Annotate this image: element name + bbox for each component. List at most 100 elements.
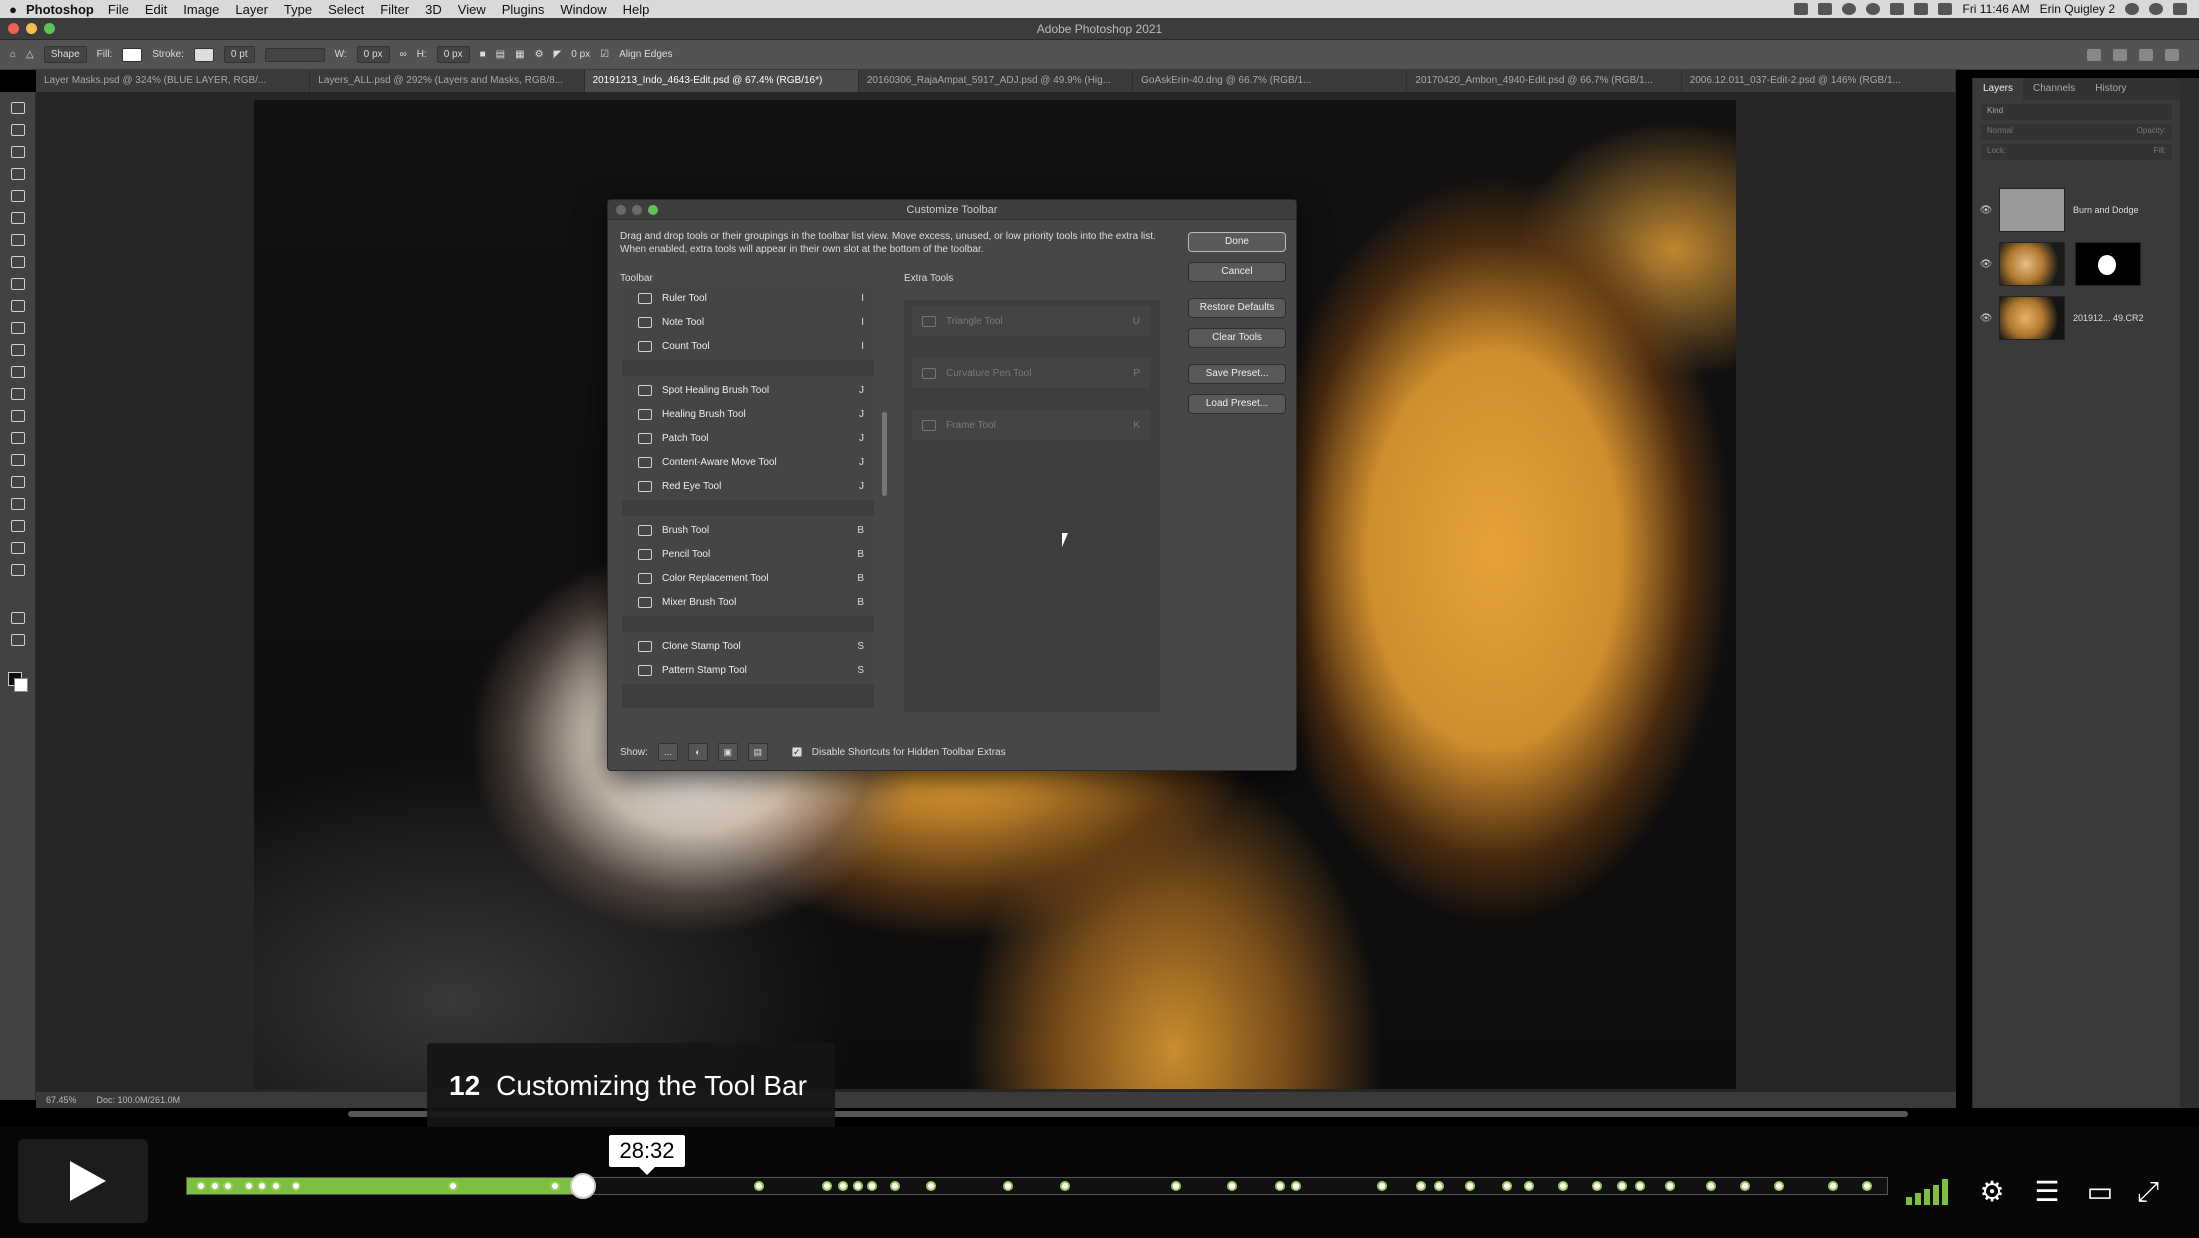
tool-item[interactable]: Content-Aware Move Tool J <box>622 450 874 474</box>
quick-select-tool-icon[interactable] <box>11 168 25 180</box>
menu-select[interactable]: Select <box>328 2 364 17</box>
tool-item[interactable]: Clone Stamp Tool S <box>622 634 874 658</box>
chapter-marker[interactable] <box>1060 1181 1070 1191</box>
dialog-close-icon[interactable] <box>616 205 626 215</box>
chapter-marker[interactable] <box>244 1181 254 1191</box>
chapter-marker[interactable] <box>223 1181 233 1191</box>
chapter-marker[interactable] <box>1592 1181 1602 1191</box>
tool-group[interactable]: Brush Tool B Pencil Tool B Color Replaceme… <box>622 516 874 616</box>
tool-item[interactable]: Color Replacement Tool B <box>622 566 874 590</box>
show-extras-button[interactable]: ... <box>657 743 678 761</box>
workspace-icon[interactable] <box>2139 48 2153 61</box>
triangle-tool-icon[interactable] <box>11 542 25 554</box>
chapter-marker[interactable] <box>1502 1181 1512 1191</box>
marquee-tool-icon[interactable] <box>11 124 25 136</box>
tool-group[interactable]: Ruler Tool I Note Tool I Count Tool I <box>622 288 874 360</box>
status-icon[interactable] <box>1818 3 1833 15</box>
chapter-marker[interactable] <box>1227 1181 1237 1191</box>
show-colors-button[interactable]: ◐ <box>687 743 708 761</box>
path-align-icon[interactable]: ▤ <box>496 49 505 60</box>
shape-tool-icon[interactable] <box>11 476 25 488</box>
extra-tools-list[interactable]: Triangle Tool U Curvature Pen Tool P Frame… <box>904 300 1160 712</box>
show-quickmask-button[interactable]: ▣ <box>717 743 738 761</box>
gear-icon[interactable]: ⚙ <box>535 49 544 60</box>
dialog-minimize-icon[interactable] <box>632 205 642 215</box>
stroke-swatch[interactable] <box>193 47 214 62</box>
layer-filter-kind[interactable]: Kind <box>1981 104 2172 120</box>
toolbar-list[interactable]: Ruler Tool I Note Tool I Count Tool I Spot … <box>622 288 874 708</box>
doc-size[interactable]: Doc: 100.0M/261.0M <box>97 1095 181 1105</box>
chapter-marker[interactable] <box>257 1181 267 1191</box>
share-icon[interactable] <box>2165 48 2179 61</box>
menu-plugins[interactable]: Plugins <box>502 2 545 17</box>
corner-radius-icon[interactable]: ◤ <box>554 49 562 60</box>
airplay-icon[interactable] <box>1938 3 1953 15</box>
tool-item[interactable]: Count Tool I <box>622 334 874 358</box>
path-ops-icon[interactable]: ■ <box>480 49 486 60</box>
tool-item[interactable]: Spot Healing Brush Tool J <box>622 378 874 402</box>
chapter-marker[interactable] <box>1774 1181 1784 1191</box>
chapter-marker[interactable] <box>1416 1181 1426 1191</box>
chapter-marker[interactable] <box>1558 1181 1568 1191</box>
menu-clock[interactable]: Fri 11:46 AM <box>1962 2 2029 16</box>
chapter-marker[interactable] <box>448 1181 458 1191</box>
quick-mask-icon[interactable] <box>11 612 25 624</box>
menu-layer[interactable]: Layer <box>235 2 268 17</box>
chapter-marker[interactable] <box>822 1181 832 1191</box>
shape-tool-icon[interactable]: △ <box>26 49 34 60</box>
tool-group[interactable]: Spot Healing Brush Tool J Healing Brush T… <box>622 376 874 500</box>
home-icon[interactable]: ⌂ <box>10 49 16 60</box>
chapter-marker[interactable] <box>1377 1181 1387 1191</box>
chapter-marker[interactable] <box>271 1181 281 1191</box>
tool-item[interactable]: Healing Brush Tool J <box>622 402 874 426</box>
tool-group[interactable]: Clone Stamp Tool S Pattern Stamp Tool S <box>622 632 874 684</box>
menu-3d[interactable]: 3D <box>425 2 442 17</box>
notification-center-icon[interactable] <box>2173 3 2187 15</box>
healing-tool-icon[interactable] <box>11 234 25 246</box>
screen-mode-icon[interactable] <box>11 634 25 646</box>
menu-help[interactable]: Help <box>623 2 650 17</box>
align-edges-checkbox[interactable]: ☑ <box>600 49 609 60</box>
chapter-marker[interactable] <box>1003 1181 1013 1191</box>
blur-tool-icon[interactable] <box>11 366 25 378</box>
airplay-icon[interactable]: ▭ <box>2082 1177 2118 1207</box>
width-field[interactable]: 0 px <box>356 46 390 63</box>
volume-icon[interactable] <box>1906 1179 1948 1205</box>
zoom-level[interactable]: 67.45% <box>46 1095 77 1105</box>
doc-tab[interactable]: 20170420_Ambon_4940-Edit.psd @ 66.7% (RG… <box>1407 70 1682 92</box>
done-button[interactable]: Done <box>1188 232 1286 252</box>
chapters-list-icon[interactable]: ☰ <box>2029 1177 2065 1207</box>
tool-item[interactable]: Mixer Brush Tool B <box>622 590 874 614</box>
show-screenmode-button[interactable]: ▤ <box>747 743 768 761</box>
menu-type[interactable]: Type <box>284 2 312 17</box>
fill-swatch[interactable] <box>122 47 143 62</box>
extra-tool-item[interactable]: Frame Tool K <box>912 410 1150 440</box>
doc-tab[interactable]: GoAskErin-40.dng @ 66.7% (RGB/1... <box>1133 70 1408 92</box>
menu-view[interactable]: View <box>458 2 486 17</box>
stroke-width-field[interactable]: 0 pt <box>223 46 255 63</box>
brush-tool-icon[interactable] <box>11 256 25 268</box>
chapter-marker[interactable] <box>1465 1181 1475 1191</box>
layer-name[interactable]: 201912... 49.CR2 <box>2073 313 2144 323</box>
chapter-marker[interactable] <box>210 1181 220 1191</box>
move-tool-icon[interactable] <box>11 102 25 114</box>
chapter-marker[interactable] <box>838 1181 848 1191</box>
chapter-marker[interactable] <box>867 1181 877 1191</box>
chapter-marker[interactable] <box>196 1181 206 1191</box>
siri-icon[interactable] <box>2149 3 2163 15</box>
chapter-marker[interactable] <box>291 1181 301 1191</box>
layer-row[interactable]: 👁 <box>1973 238 2181 290</box>
fullscreen-icon[interactable]: ⤢ <box>2130 1177 2166 1207</box>
default-colors-icon[interactable] <box>11 564 25 576</box>
menu-filter[interactable]: Filter <box>380 2 409 17</box>
menu-user[interactable]: Erin Quigley 2 <box>2040 2 2115 16</box>
menu-image[interactable]: Image <box>183 2 219 17</box>
shape-mode-select[interactable]: Shape <box>43 46 87 63</box>
history-brush-tool-icon[interactable] <box>11 300 25 312</box>
play-button[interactable] <box>18 1139 148 1223</box>
dodge-tool-icon[interactable] <box>11 388 25 400</box>
layer-mask-thumbnail[interactable] <box>2075 242 2141 286</box>
pen-tool-icon[interactable] <box>11 410 25 422</box>
dropbox-icon[interactable] <box>1866 3 1881 15</box>
menu-window[interactable]: Window <box>560 2 606 17</box>
